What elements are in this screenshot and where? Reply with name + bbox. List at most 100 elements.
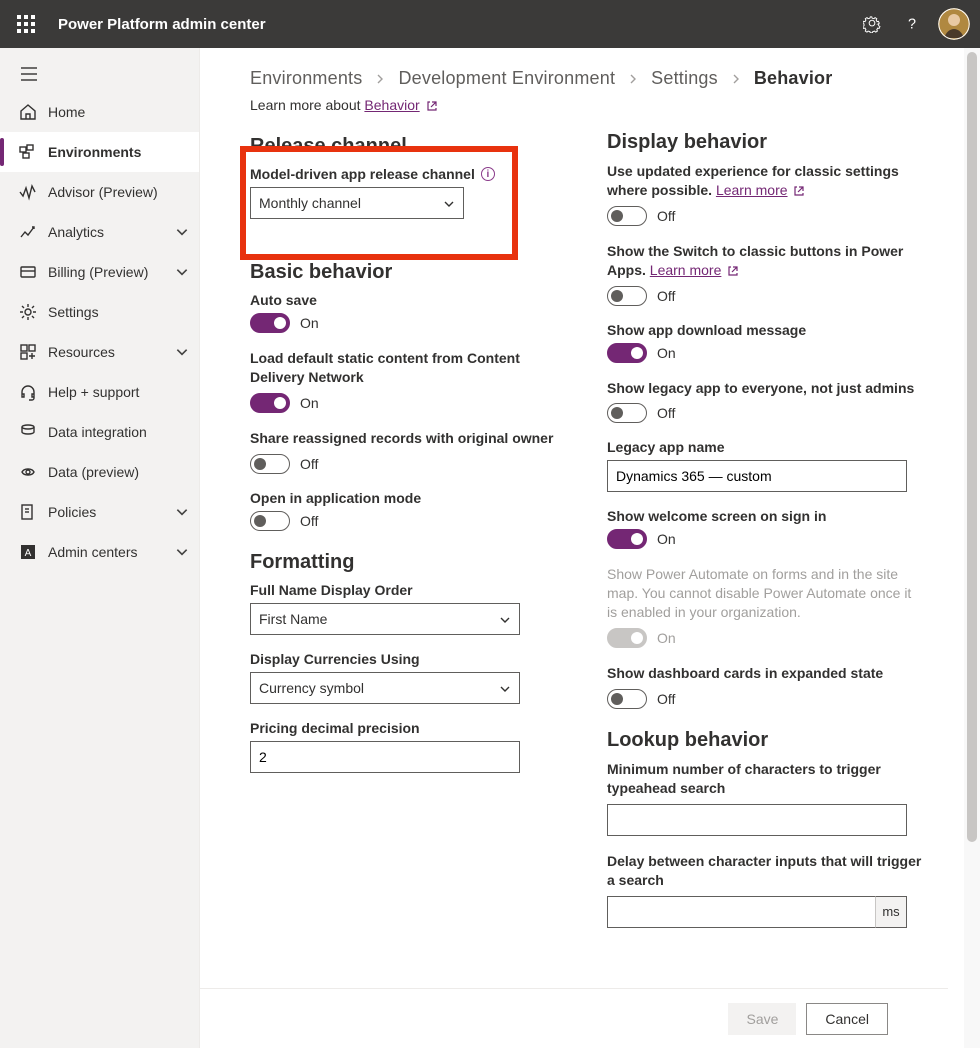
headset-icon (18, 382, 38, 402)
legacy-everyone-label: Show legacy app to everyone, not just ad… (607, 379, 924, 398)
nav-policies[interactable]: Policies (0, 492, 199, 532)
select-value: Monthly channel (259, 195, 361, 211)
delay-label: Delay between character inputs that will… (607, 852, 924, 890)
welcome-toggle[interactable] (607, 529, 647, 549)
learn-more-line: Learn more about Behavior (250, 97, 924, 113)
nav-advisor[interactable]: Advisor (Preview) (0, 172, 199, 212)
toggle-state: On (300, 315, 319, 331)
nav-label: Environments (48, 144, 189, 160)
nav-admin-centers[interactable]: A Admin centers (0, 532, 199, 572)
legacy-name-input[interactable] (607, 460, 907, 492)
nav-data-integration[interactable]: Data integration (0, 412, 199, 452)
toggle-state: Off (300, 456, 318, 472)
data-preview-icon (18, 462, 38, 482)
chevron-down-icon (443, 197, 455, 209)
help-icon[interactable]: ? (892, 0, 932, 48)
top-bar: Power Platform admin center ? (0, 0, 980, 48)
data-integration-icon (18, 422, 38, 442)
auto-save-label: Auto save (250, 292, 567, 308)
nav-help[interactable]: Help + support (0, 372, 199, 412)
home-icon (18, 102, 38, 122)
delay-input[interactable] (607, 896, 907, 928)
crumb-settings[interactable]: Settings (651, 68, 718, 89)
admin-centers-icon: A (18, 542, 38, 562)
nav-label: Billing (Preview) (48, 264, 175, 280)
toggle-state: Off (657, 691, 675, 707)
chevron-right-icon (374, 73, 386, 85)
dashboard-label: Show dashboard cards in expanded state (607, 664, 924, 683)
legacy-name-label: Legacy app name (607, 439, 924, 455)
nav-billing[interactable]: Billing (Preview) (0, 252, 199, 292)
nav-label: Analytics (48, 224, 175, 240)
nav-label: Advisor (Preview) (48, 184, 189, 200)
crumb-environment[interactable]: Development Environment (398, 68, 615, 89)
toggle-state: On (657, 630, 676, 646)
cancel-button[interactable]: Cancel (806, 1003, 888, 1035)
sidebar: Home Environments Advisor (Preview) Anal… (0, 48, 200, 1048)
select-value: Currency symbol (259, 680, 364, 696)
learn-more-link[interactable]: Learn more (716, 182, 788, 198)
chevron-right-icon (730, 73, 742, 85)
formatting-heading: Formatting (250, 551, 567, 574)
currency-label: Display Currencies Using (250, 651, 567, 667)
section-display-behavior: Display behavior Use updated experience … (607, 131, 924, 709)
pa-forms-toggle (607, 628, 647, 648)
updated-exp-toggle[interactable] (607, 206, 647, 226)
nav-home[interactable]: Home (0, 92, 199, 132)
precision-label: Pricing decimal precision (250, 720, 567, 736)
toggle-state: Off (657, 288, 675, 304)
release-channel-select[interactable]: Monthly channel (250, 187, 464, 219)
user-avatar[interactable] (938, 8, 970, 40)
scrollbar[interactable] (964, 48, 980, 1048)
external-link-icon (727, 265, 739, 277)
settings-gear-icon[interactable] (852, 0, 892, 48)
switch-classic-label: Show the Switch to classic buttons in Po… (607, 242, 924, 280)
download-msg-toggle[interactable] (607, 343, 647, 363)
nav-label: Home (48, 104, 189, 120)
toggle-state: On (300, 395, 319, 411)
name-order-select[interactable]: First Name (250, 603, 520, 635)
app-launcher-icon[interactable] (10, 8, 42, 40)
learn-more-behavior-link[interactable]: Behavior (364, 97, 419, 113)
pa-forms-label: Show Power Automate on forms and in the … (607, 565, 924, 622)
section-release-channel: Release channel Model-driven app release… (250, 131, 567, 241)
dashboard-toggle[interactable] (607, 689, 647, 709)
min-chars-input[interactable] (607, 804, 907, 836)
lookup-heading: Lookup behavior (607, 729, 924, 752)
collapse-nav-icon[interactable] (0, 56, 199, 92)
release-channel-label: Model-driven app release channel i (250, 166, 567, 182)
nav-settings[interactable]: Settings (0, 292, 199, 332)
nav-label: Policies (48, 504, 175, 520)
toggle-state: Off (657, 405, 675, 421)
switch-classic-toggle[interactable] (607, 286, 647, 306)
nav-resources[interactable]: Resources (0, 332, 199, 372)
share-toggle[interactable] (250, 454, 290, 474)
crumb-environments[interactable]: Environments (250, 68, 362, 89)
chevron-down-icon (175, 505, 189, 519)
nav-data-preview[interactable]: Data (preview) (0, 452, 199, 492)
resources-icon (18, 342, 38, 362)
nav-analytics[interactable]: Analytics (0, 212, 199, 252)
info-icon[interactable]: i (481, 167, 495, 181)
svg-text:?: ? (908, 17, 916, 33)
legacy-everyone-toggle[interactable] (607, 403, 647, 423)
nav-label: Data integration (48, 424, 189, 440)
scrollbar-thumb[interactable] (967, 52, 977, 842)
footer: Save Cancel (200, 988, 948, 1048)
auto-save-toggle[interactable] (250, 313, 290, 333)
updated-exp-label: Use updated experience for classic setti… (607, 162, 924, 200)
welcome-label: Show welcome screen on sign in (607, 508, 924, 524)
toggle-state: On (657, 345, 676, 361)
chevron-down-icon (499, 682, 511, 694)
gear-icon (18, 302, 38, 322)
crumb-current: Behavior (754, 68, 833, 89)
svg-text:A: A (25, 548, 32, 559)
cdn-toggle[interactable] (250, 393, 290, 413)
open-app-toggle[interactable] (250, 511, 290, 531)
nav-environments[interactable]: Environments (0, 132, 199, 172)
currency-select[interactable]: Currency symbol (250, 672, 520, 704)
save-button: Save (728, 1003, 796, 1035)
nav-label: Help + support (48, 384, 189, 400)
learn-more-link[interactable]: Learn more (650, 262, 722, 278)
precision-input[interactable] (250, 741, 520, 773)
